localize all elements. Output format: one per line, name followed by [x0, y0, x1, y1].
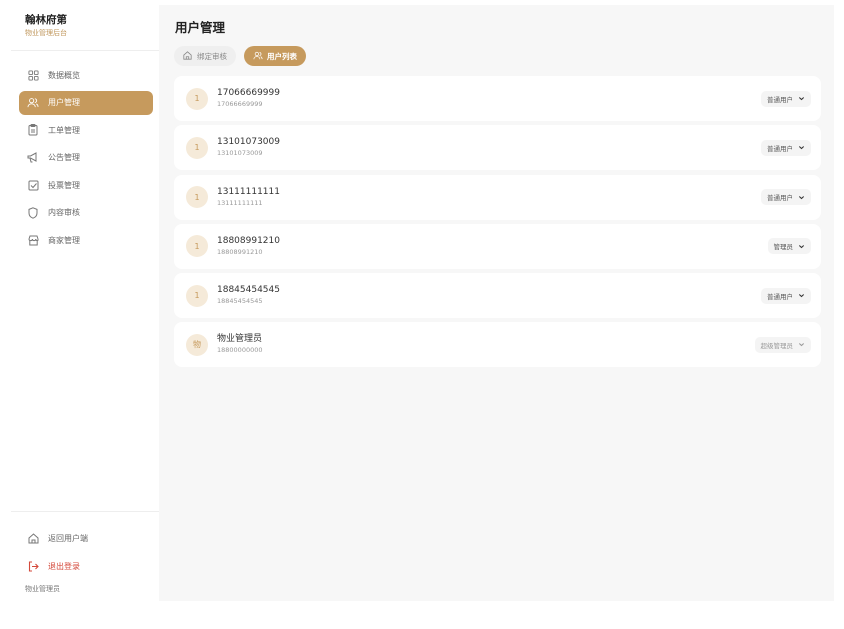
- tab-label: 用户列表: [267, 51, 297, 61]
- user-list: 1 17066669999 17066669999 普通用户 1 1310107…: [174, 76, 821, 372]
- role-value: 管理员: [773, 243, 794, 252]
- sidebar-item-label: 用户管理: [48, 98, 80, 107]
- role-select[interactable]: 普通用户: [761, 287, 811, 304]
- role-value: 超级管理员: [760, 341, 794, 350]
- user-phone: 18800000000: [217, 346, 263, 355]
- sidebar-item-label: 工单管理: [48, 125, 80, 135]
- user-phone: 18845454545: [217, 297, 263, 306]
- dashboard-icon: [27, 69, 39, 81]
- user-phone: 13111111111: [217, 198, 263, 207]
- avatar: 1: [186, 87, 208, 110]
- chevron-down-icon: [798, 194, 805, 201]
- main-content: 用户管理 绑定审核 用户列表 1 17066669999 17066669999…: [159, 5, 834, 601]
- user-name: 18845454545: [217, 285, 280, 296]
- user-name: 18808991210: [217, 235, 280, 246]
- user-phone: 17066669999: [217, 100, 263, 108]
- user-info: 18845454545 18845454545: [217, 285, 761, 306]
- clipboard-icon: [27, 124, 39, 136]
- tab-user-list[interactable]: 用户列表: [244, 46, 306, 66]
- avatar: 1: [186, 136, 208, 159]
- avatar: 1: [186, 186, 208, 209]
- home-icon: [27, 532, 39, 544]
- megaphone-icon: [27, 152, 39, 164]
- page-title: 用户管理: [175, 20, 226, 35]
- logout-icon: [27, 560, 39, 572]
- user-row[interactable]: 1 13101073009 13101073009 普通用户: [174, 125, 821, 171]
- user-phone: 13101073009: [217, 149, 263, 158]
- shield-icon: [27, 206, 39, 219]
- user-name: 13111111111: [217, 186, 280, 197]
- avatar: 物: [186, 333, 208, 356]
- sidebar-nav: 数据概览 用户管理 工单管理 公告管理 投票管理 内容审核 商家管理: [11, 51, 159, 256]
- user-row[interactable]: 物 物业管理员 18800000000 超级管理员: [174, 322, 821, 368]
- home-icon: [183, 51, 193, 61]
- sidebar-item-label: 投票管理: [48, 180, 80, 190]
- role-value: 普通用户: [767, 144, 793, 153]
- user-name: 13101073009: [217, 137, 280, 148]
- sidebar-item-label: 内容审核: [48, 208, 80, 217]
- role-select[interactable]: 普通用户: [761, 189, 811, 206]
- user-name: 物业管理员: [217, 334, 263, 345]
- user-row[interactable]: 1 17066669999 17066669999 普通用户: [174, 76, 821, 121]
- sidebar-footer: 返回用户端 退出登录 物业管理员: [11, 511, 159, 601]
- tab-binding-review[interactable]: 绑定审核: [174, 46, 236, 66]
- avatar: 1: [186, 235, 208, 258]
- sidebar-item-announcements[interactable]: 公告管理: [19, 146, 153, 170]
- user-info: 13101073009 13101073009: [217, 137, 761, 158]
- tab-label: 绑定审核: [197, 51, 227, 61]
- user-info: 物业管理员 18800000000: [217, 334, 755, 355]
- brand-title: 翰林府第: [25, 14, 67, 26]
- user-row[interactable]: 1 18808991210 18808991210 管理员: [174, 223, 821, 269]
- logout-label: 退出登录: [48, 561, 80, 571]
- chevron-down-icon: [798, 243, 805, 250]
- chevron-down-icon: [798, 341, 805, 348]
- sidebar-item-dashboard[interactable]: 数据概览: [19, 63, 153, 87]
- sidebar-item-votes[interactable]: 投票管理: [19, 173, 153, 197]
- back-to-user-button[interactable]: 返回用户端: [19, 526, 153, 550]
- role-value: 普通用户: [767, 95, 793, 104]
- brand: 翰林府第 物业管理后台: [11, 5, 159, 51]
- sidebar-item-label: 公告管理: [48, 153, 80, 162]
- sidebar-item-label: 商家管理: [48, 235, 80, 245]
- store-icon: [27, 234, 39, 246]
- user-phone: 18808991210: [217, 247, 263, 256]
- role-select[interactable]: 普通用户: [761, 90, 811, 107]
- sidebar-item-label: 数据概览: [48, 70, 80, 80]
- avatar: 1: [186, 284, 208, 307]
- checkbox-icon: [27, 179, 39, 191]
- brand-subtitle: 物业管理后台: [25, 29, 67, 37]
- role-value: 普通用户: [767, 194, 793, 203]
- sidebar: 翰林府第 物业管理后台 数据概览 用户管理 工单管理 公告管理 投票管理 内容审…: [11, 5, 159, 601]
- role-value: 普通用户: [767, 292, 793, 301]
- user-info: 17066669999 17066669999: [217, 88, 761, 109]
- user-info: 13111111111 13111111111: [217, 187, 761, 208]
- users-icon: [253, 51, 263, 61]
- chevron-down-icon: [798, 292, 805, 299]
- sidebar-item-merchants[interactable]: 商家管理: [19, 228, 153, 252]
- chevron-down-icon: [798, 144, 805, 151]
- role-select[interactable]: 普通用户: [761, 139, 811, 156]
- app-root: 翰林府第 物业管理后台 数据概览 用户管理 工单管理 公告管理 投票管理 内容审…: [0, 0, 844, 629]
- sidebar-item-content-review[interactable]: 内容审核: [19, 201, 153, 225]
- sidebar-item-workorders[interactable]: 工单管理: [19, 118, 153, 142]
- user-name: 17066669999: [217, 88, 280, 98]
- user-info: 18808991210 18808991210: [217, 236, 768, 257]
- role-select[interactable]: 超级管理员: [754, 336, 811, 353]
- chevron-down-icon: [798, 95, 805, 102]
- tab-bar: 绑定审核 用户列表: [174, 46, 306, 66]
- logout-button[interactable]: 退出登录: [19, 554, 153, 578]
- back-to-user-label: 返回用户端: [48, 533, 88, 543]
- users-icon: [27, 97, 39, 109]
- role-select[interactable]: 管理员: [767, 238, 811, 255]
- current-role: 物业管理员: [25, 585, 60, 593]
- user-row[interactable]: 1 13111111111 13111111111 普通用户: [174, 174, 821, 220]
- sidebar-item-users[interactable]: 用户管理: [19, 90, 153, 115]
- user-row[interactable]: 1 18845454545 18845454545 普通用户: [174, 273, 821, 319]
